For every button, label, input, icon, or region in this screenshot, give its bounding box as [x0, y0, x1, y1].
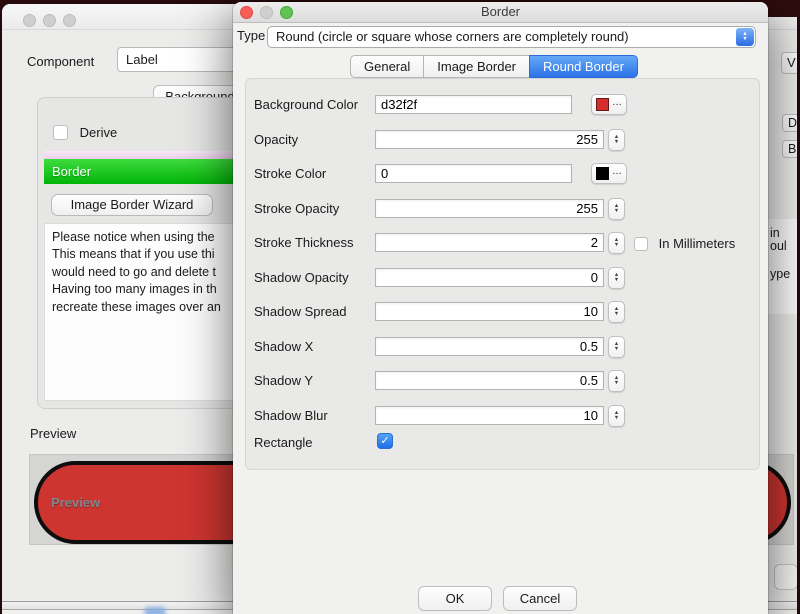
color-square-icon — [596, 167, 609, 180]
shadow-opacity-input[interactable] — [375, 268, 604, 287]
minimize-icon — [260, 6, 273, 19]
rectangle-label: Rectangle — [254, 433, 313, 452]
field-label: Stroke Opacity — [254, 199, 339, 218]
component-combobox[interactable]: Label — [117, 47, 239, 72]
form-row: Shadow Blur ▲▼ — [246, 406, 759, 428]
field-label: Background Color — [254, 95, 358, 114]
text-fragment: oul — [770, 239, 787, 253]
form-row: Stroke Thickness ▲▼ In Millimeters — [246, 233, 759, 255]
text-fragment: in — [770, 226, 780, 240]
field-label: Shadow Y — [254, 371, 313, 390]
tab-round-border[interactable]: Round Border — [529, 55, 638, 78]
stroke-color-input[interactable] — [375, 164, 572, 183]
opacity-input[interactable] — [375, 130, 604, 149]
combobox-arrows-icon[interactable]: ▲▼ — [736, 28, 754, 46]
field-label: Stroke Thickness — [254, 233, 353, 252]
desktop-background — [766, 0, 800, 17]
derive-row: Derive — [53, 124, 117, 140]
ok-button[interactable]: OK — [418, 586, 492, 611]
derive-label: Derive — [80, 125, 118, 140]
spinner-arrows-icon[interactable]: ▲▼ — [608, 198, 625, 220]
field-label: Shadow Spread — [254, 302, 347, 321]
shadow-blur-input[interactable] — [375, 406, 604, 425]
border-type-combobox[interactable]: Round (circle or square whose corners ar… — [267, 26, 756, 48]
rectangle-row: Rectangle ✓ — [246, 433, 759, 455]
dialog-title: Border — [233, 2, 768, 22]
color-square-icon — [596, 98, 609, 111]
background-color-input[interactable] — [375, 95, 572, 114]
spinner-arrows-icon[interactable]: ▲▼ — [608, 232, 625, 254]
derive-checkbox[interactable] — [53, 125, 68, 140]
close-icon[interactable] — [240, 6, 253, 19]
in-millimeters-label: In Millimeters — [659, 236, 736, 251]
component-label: Component — [27, 54, 94, 69]
spinner-arrows-icon[interactable]: ▲▼ — [608, 129, 625, 151]
round-border-form: Rectangle ✓ Background Color … Opacity ▲… — [245, 78, 760, 470]
rectangle-checkbox[interactable]: ✓ — [377, 433, 393, 449]
tab-general[interactable]: General — [350, 55, 424, 78]
form-row: Shadow Spread ▲▼ — [246, 302, 759, 324]
spinner-arrows-icon[interactable]: ▲▼ — [608, 370, 625, 392]
zoom-icon[interactable] — [280, 6, 293, 19]
text-fragment: ype — [770, 267, 790, 281]
right-strip-button-corner — [774, 564, 797, 590]
ellipsis-icon: … — [612, 166, 622, 177]
stroke-thickness-input[interactable] — [375, 233, 604, 252]
focused-control-fragment — [144, 607, 166, 614]
form-row: Shadow X ▲▼ — [246, 337, 759, 359]
background-color-swatch-button[interactable]: … — [591, 94, 627, 115]
form-row: Shadow Opacity ▲▼ — [246, 268, 759, 290]
type-row: Type Round (circle or square whose corne… — [233, 25, 768, 49]
tab-image-border[interactable]: Image Border — [423, 55, 530, 78]
type-label: Type — [237, 28, 265, 43]
stroke-opacity-input[interactable] — [375, 199, 604, 218]
dialog-titlebar: Border — [233, 2, 768, 23]
cancel-button[interactable]: Cancel — [503, 586, 577, 611]
shadow-spread-input[interactable] — [375, 302, 604, 321]
right-strip-text: in oul ype — [768, 219, 797, 314]
spinner-arrows-icon[interactable]: ▲▼ — [608, 267, 625, 289]
field-label: Shadow Blur — [254, 406, 328, 425]
field-label: Opacity — [254, 130, 298, 149]
right-strip-b-button[interactable]: B — [782, 140, 797, 158]
right-strip-v-button[interactable]: V — [781, 52, 797, 74]
millimeters-option: In Millimeters — [634, 235, 735, 251]
right-strip-d-button[interactable]: D — [782, 114, 797, 132]
spinner-arrows-icon[interactable]: ▲▼ — [608, 336, 625, 358]
form-row: Opacity ▲▼ — [246, 130, 759, 152]
stroke-color-swatch-button[interactable]: … — [591, 163, 627, 184]
form-row: Background Color … — [246, 95, 759, 117]
border-dialog: Border Type Round (circle or square whos… — [233, 2, 768, 614]
screenshot-canvas: Component Label Background Derive Border… — [0, 0, 800, 614]
close-icon[interactable] — [23, 14, 36, 27]
ellipsis-icon: … — [612, 97, 622, 108]
field-label: Shadow X — [254, 337, 313, 356]
form-row: Shadow Y ▲▼ — [246, 371, 759, 393]
spinner-arrows-icon[interactable]: ▲▼ — [608, 405, 625, 427]
type-value: Round (circle or square whose corners ar… — [276, 29, 629, 44]
spinner-arrows-icon[interactable]: ▲▼ — [608, 301, 625, 323]
zoom-icon[interactable] — [63, 14, 76, 27]
form-row: Stroke Opacity ▲▼ — [246, 199, 759, 221]
field-label: Stroke Color — [254, 164, 326, 183]
in-millimeters-checkbox[interactable] — [634, 237, 648, 251]
minimize-icon[interactable] — [43, 14, 56, 27]
shadow-y-input[interactable] — [375, 371, 604, 390]
preview-label: Preview — [30, 426, 76, 441]
shadow-x-input[interactable] — [375, 337, 604, 356]
image-border-wizard-button[interactable]: Image Border Wizard — [51, 194, 213, 216]
field-label: Shadow Opacity — [254, 268, 349, 287]
tab-bar: GeneralImage BorderRound Border — [350, 55, 638, 78]
form-row: Stroke Color … — [246, 164, 759, 186]
